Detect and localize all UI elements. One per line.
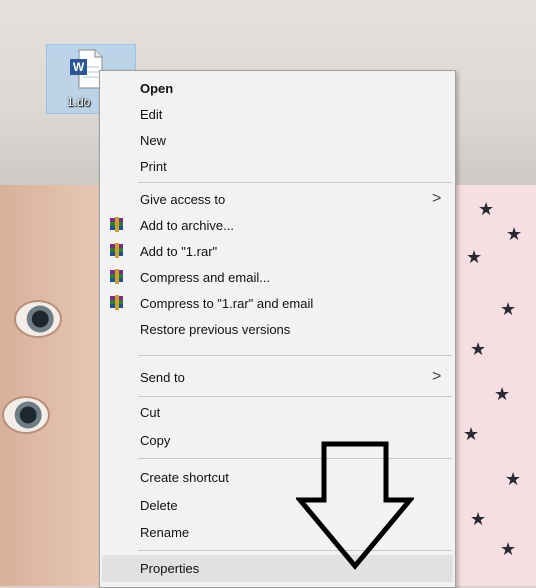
- menu-item-edit[interactable]: Edit: [102, 101, 453, 128]
- star-icon: ★: [463, 424, 480, 444]
- star-icon: ★: [470, 339, 487, 359]
- submenu-arrow-icon: >: [432, 368, 442, 385]
- star-icon: ★: [478, 199, 495, 219]
- menu-item-label: Compress to "1.rar" and email: [140, 296, 314, 311]
- menu-item-label: Restore previous versions: [140, 322, 291, 337]
- menu-item-label: Cut: [140, 405, 161, 420]
- menu-item-label: Open: [140, 81, 174, 96]
- menu-item-label: Copy: [140, 433, 171, 448]
- menu-item-label: Print: [140, 159, 167, 174]
- menu-item-label: Properties: [140, 561, 200, 576]
- star-icon: ★: [470, 509, 487, 529]
- winrar-icon: [110, 243, 123, 258]
- menu-item-label: Compress and email...: [140, 270, 271, 285]
- menu-item-send-to[interactable]: Send to >: [102, 364, 453, 391]
- star-icon: ★: [505, 469, 522, 489]
- star-icon: ★: [500, 299, 517, 319]
- menu-item-label: Add to archive...: [140, 218, 234, 233]
- wallpaper-eye-left: [14, 300, 62, 338]
- menu-item-add-to-1-rar[interactable]: Add to "1.rar": [102, 238, 453, 265]
- word-document-icon: W: [70, 49, 103, 89]
- menu-item-print[interactable]: Print: [102, 153, 453, 180]
- menu-item-label: Give access to: [140, 192, 226, 207]
- menu-separator: [138, 355, 452, 356]
- winrar-icon: [110, 295, 123, 310]
- menu-item-new[interactable]: New: [102, 127, 453, 154]
- menu-item-label: Create shortcut: [140, 470, 229, 485]
- star-icon: ★: [466, 247, 483, 267]
- menu-separator: [138, 182, 452, 183]
- menu-item-label: Delete: [140, 498, 178, 513]
- menu-item-restore-previous-versions[interactable]: Restore previous versions: [102, 316, 453, 343]
- submenu-arrow-icon: >: [432, 190, 442, 207]
- star-icon: ★: [494, 384, 511, 404]
- menu-item-label: Add to "1.rar": [140, 244, 218, 259]
- menu-separator: [138, 396, 452, 397]
- menu-item-label: Send to: [140, 370, 185, 385]
- menu-item-label: New: [140, 133, 167, 148]
- menu-item-add-to-archive[interactable]: Add to archive...: [102, 212, 453, 239]
- menu-item-label: Edit: [140, 107, 163, 122]
- menu-item-compress-and-email[interactable]: Compress and email...: [102, 264, 453, 291]
- winrar-icon: [110, 217, 123, 232]
- star-icon: ★: [506, 224, 523, 244]
- svg-text:W: W: [73, 60, 85, 74]
- wallpaper-eye-lower: [2, 396, 50, 434]
- menu-item-cut[interactable]: Cut: [102, 399, 453, 426]
- star-icon: ★: [500, 539, 517, 559]
- desktop-file-label: 1.do: [67, 95, 91, 109]
- menu-item-give-access-to[interactable]: Give access to >: [102, 186, 453, 213]
- menu-item-label: Rename: [140, 525, 190, 540]
- menu-item-open[interactable]: Open: [102, 75, 453, 102]
- menu-item-compress-to-1-rar-and-email[interactable]: Compress to "1.rar" and email: [102, 290, 453, 317]
- winrar-icon: [110, 269, 123, 284]
- down-arrow-annotation-icon: [296, 441, 414, 570]
